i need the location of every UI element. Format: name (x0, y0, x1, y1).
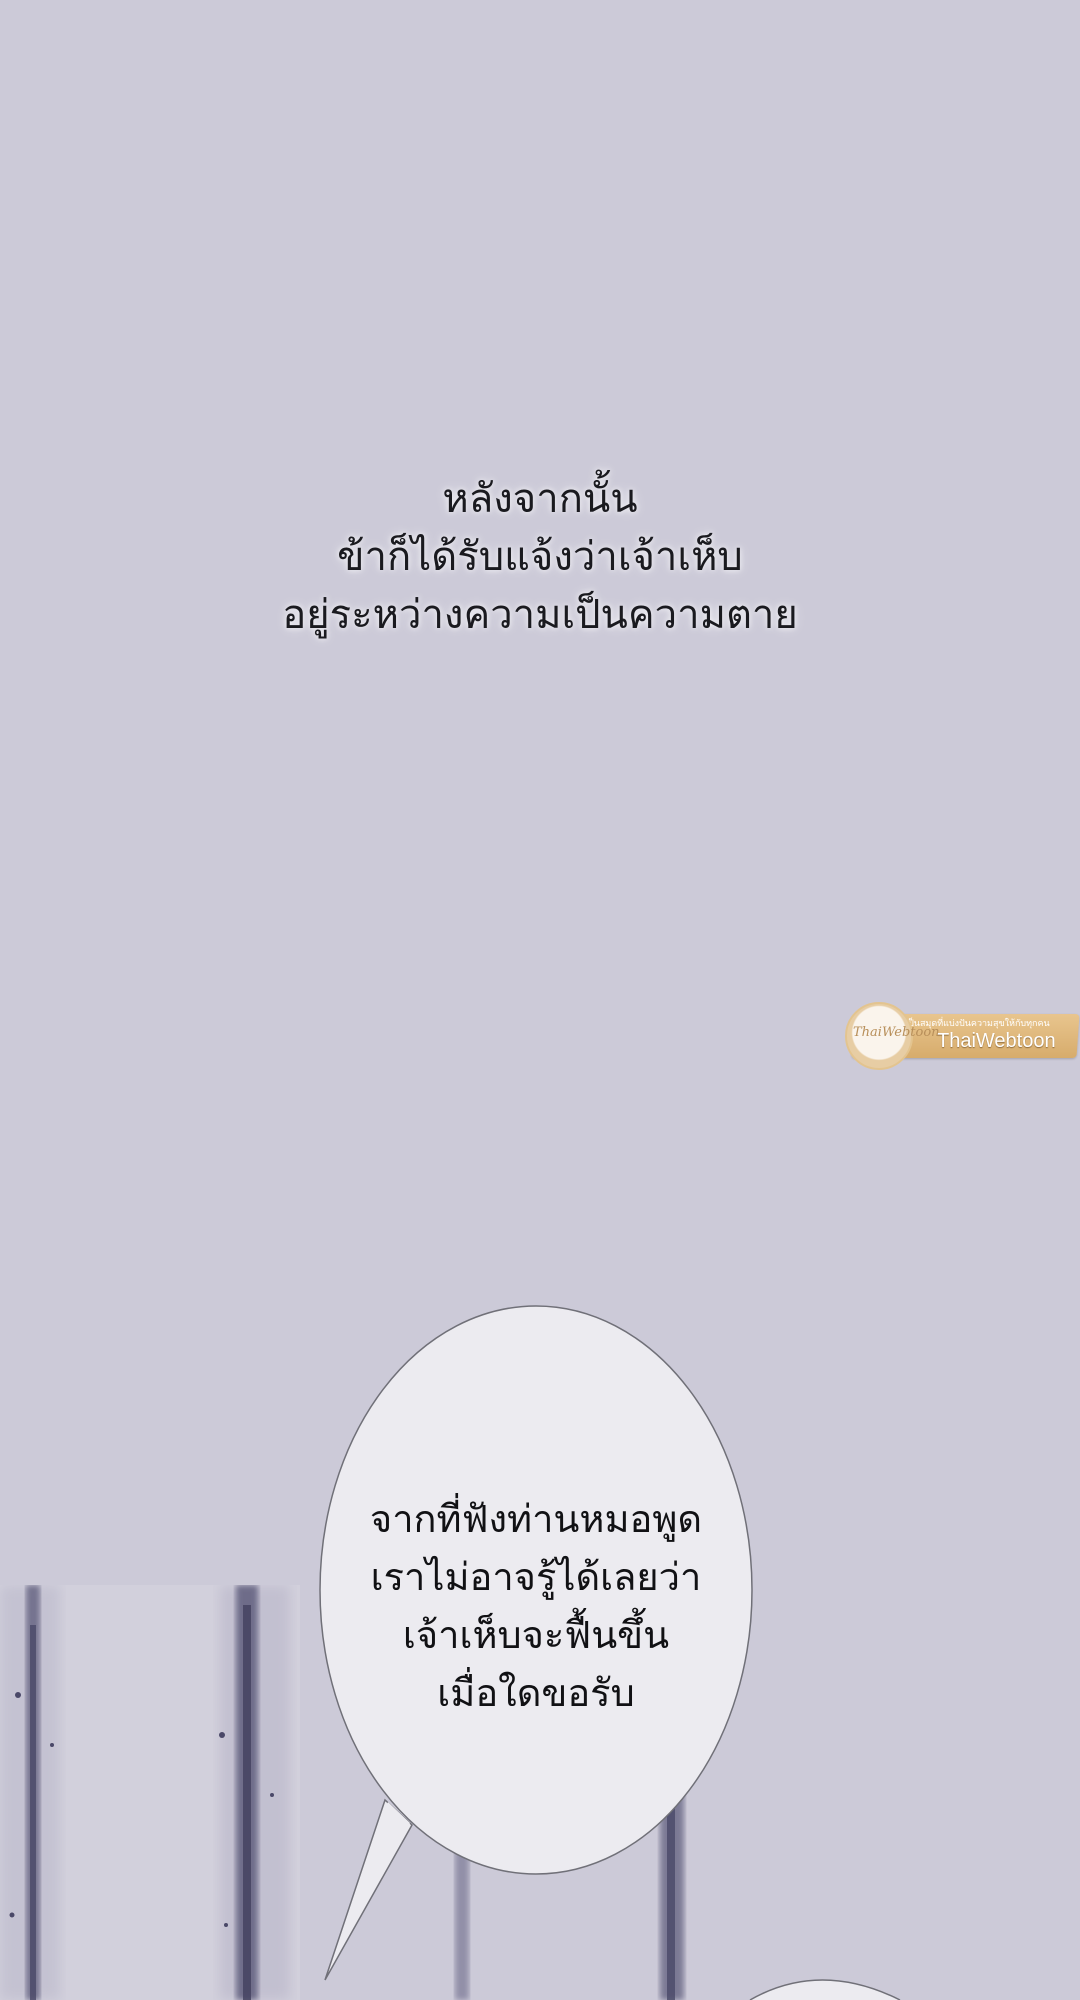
speech-bubble-text: จากที่ฟังท่านหมอพูด เราไม่อาจรู้ได้เลยว่… (336, 1490, 736, 1722)
bubble-line-1: จากที่ฟังท่านหมอพูด (369, 1497, 703, 1541)
next-bubble-edge (749, 1979, 901, 2000)
bubble-line-3: เจ้าเห็บจะฟื้นขึ้น (402, 1613, 670, 1657)
bubble-line-2: เราไม่อาจรู้ได้เลยว่า (370, 1555, 702, 1599)
bubble-line-4: เมื่อใดขอรับ (437, 1671, 635, 1715)
speech-bubble-tail-fill (332, 1802, 410, 1965)
